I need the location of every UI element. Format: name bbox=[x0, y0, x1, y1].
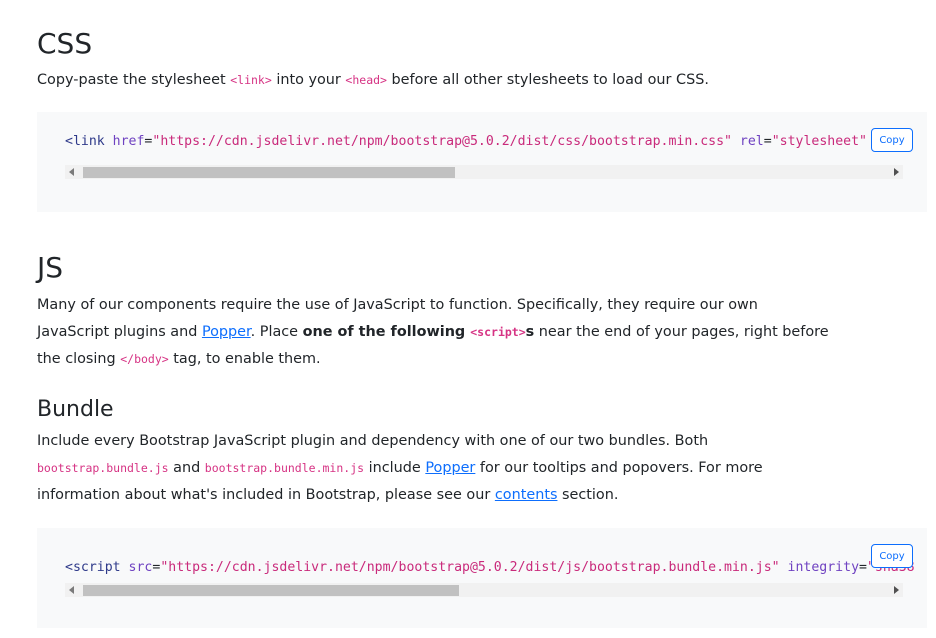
js-desc-strong-s: s bbox=[525, 324, 535, 340]
body-close-tag-code: </body> bbox=[120, 352, 169, 366]
scrollbar-thumb[interactable] bbox=[83, 585, 459, 596]
horizontal-scrollbar[interactable] bbox=[65, 165, 903, 179]
bundle-desc-line-2: bootstrap.bundle.js and bootstrap.bundle… bbox=[37, 455, 932, 482]
bundle-code-clip: <script src = "https://cdn.jsdelivr.net/np… bbox=[65, 528, 915, 628]
code-open-bracket: < bbox=[65, 560, 73, 575]
bundle-code-line: <script src = "https://cdn.jsdelivr.net/np… bbox=[65, 560, 915, 575]
js-desc-text-3a: the closing bbox=[37, 351, 121, 367]
head-tag-code: <head> bbox=[345, 73, 387, 87]
css-description: Copy-paste the stylesheet <link> into yo… bbox=[37, 67, 932, 94]
bundle-desc-text-3a: information about what's included in Boo… bbox=[37, 487, 495, 503]
js-heading: JS bbox=[37, 251, 64, 284]
scroll-right-arrow-icon[interactable] bbox=[894, 168, 899, 176]
bundle-desc-and: and bbox=[168, 460, 205, 476]
js-desc-line-2: JavaScript plugins and Popper. Place one… bbox=[37, 319, 932, 346]
bundle-js-code: bootstrap.bundle.js bbox=[37, 461, 169, 475]
js-desc-strong: one of the following <script>s bbox=[303, 324, 535, 340]
copy-button[interactable]: Copy bbox=[871, 128, 913, 152]
bundle-desc-text-2b: for our tooltips and popovers. For more bbox=[475, 460, 763, 476]
code-attr-integrity: integrity bbox=[779, 560, 860, 575]
bundle-desc-text-3b: section. bbox=[557, 487, 619, 503]
css-desc-text-2: into your bbox=[271, 72, 346, 88]
code-open-bracket: < bbox=[65, 134, 73, 149]
js-desc-text-2b: . Place bbox=[250, 324, 303, 340]
scroll-left-arrow-icon[interactable] bbox=[69, 586, 74, 594]
css-heading: CSS bbox=[37, 27, 93, 60]
bundle-heading: Bundle bbox=[37, 397, 114, 422]
css-code-line: <link href = "https://cdn.jsdelivr.net/npm… bbox=[65, 134, 867, 149]
bundle-desc-line-3: information about what's included in Boo… bbox=[37, 482, 932, 509]
js-desc-text-3b: tag, to enable them. bbox=[168, 351, 321, 367]
scroll-left-arrow-icon[interactable] bbox=[69, 168, 74, 176]
popper-link-2[interactable]: Popper bbox=[425, 460, 475, 476]
bundle-desc-line-1: Include every Bootstrap JavaScript plugi… bbox=[37, 428, 932, 455]
contents-link[interactable]: contents bbox=[495, 487, 558, 503]
bundle-code-block: <script src = "https://cdn.jsdelivr.net/np… bbox=[37, 528, 927, 628]
code-href-value: "https://cdn.jsdelivr.net/npm/bootstrap@… bbox=[152, 134, 732, 149]
bundle-min-js-code: bootstrap.bundle.min.js bbox=[204, 461, 365, 475]
copy-button[interactable]: Copy bbox=[871, 544, 913, 568]
css-code-clip: <link href = "https://cdn.jsdelivr.net/npm… bbox=[65, 112, 915, 212]
code-attr-rel: rel bbox=[731, 134, 764, 149]
code-attr-src: src bbox=[120, 560, 153, 575]
scrollbar-thumb[interactable] bbox=[83, 167, 455, 178]
js-desc-line-3: the closing </body> tag, to enable them. bbox=[37, 346, 932, 373]
js-desc-text-2a: JavaScript plugins and bbox=[37, 324, 202, 340]
js-description: Many of our components require the use o… bbox=[37, 292, 932, 373]
code-tag-name: script bbox=[72, 560, 121, 575]
code-equals-2: = bbox=[859, 560, 867, 575]
css-code-block: <link href = "https://cdn.jsdelivr.net/npm… bbox=[37, 112, 927, 212]
popper-link[interactable]: Popper bbox=[202, 324, 251, 340]
css-desc-text-3: before all other stylesheets to load our… bbox=[386, 72, 709, 88]
code-src-value: "https://cdn.jsdelivr.net/npm/bootstrap@… bbox=[160, 560, 780, 575]
scroll-right-arrow-icon[interactable] bbox=[894, 586, 899, 594]
bundle-desc-text-2a: include bbox=[364, 460, 426, 476]
css-desc-text-1: Copy-paste the stylesheet bbox=[37, 72, 231, 88]
js-desc-strong-text: one of the following bbox=[302, 324, 471, 340]
code-tag-name: link bbox=[72, 134, 105, 149]
js-desc-line-1: Many of our components require the use o… bbox=[37, 292, 932, 319]
bundle-desc-text-1: Include every Bootstrap JavaScript plugi… bbox=[37, 433, 709, 449]
js-desc-text-2c: near the end of your pages, right before bbox=[534, 324, 829, 340]
js-desc-text-1: Many of our components require the use o… bbox=[37, 297, 758, 313]
link-tag-code: <link> bbox=[230, 73, 272, 87]
code-attr-href: href bbox=[104, 134, 145, 149]
horizontal-scrollbar[interactable] bbox=[65, 583, 903, 597]
script-tag-code: <script> bbox=[470, 325, 526, 339]
code-equals-2: = bbox=[763, 134, 772, 149]
bundle-description: Include every Bootstrap JavaScript plugi… bbox=[37, 428, 932, 509]
code-rel-value: "stylesheet" bbox=[771, 134, 867, 149]
